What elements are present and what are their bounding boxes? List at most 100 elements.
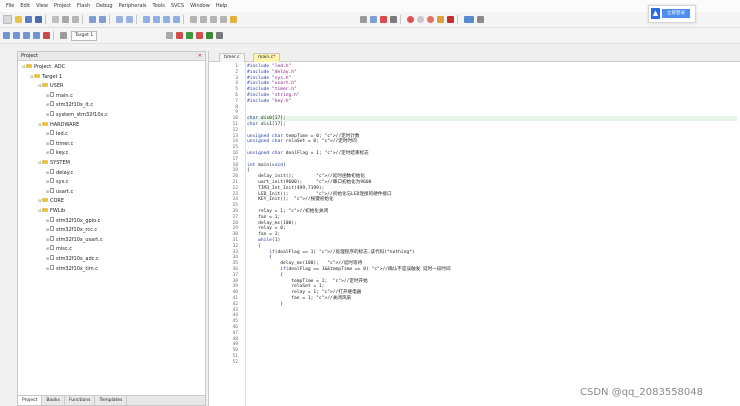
tree-file-item[interactable]: ⊞ stm32f10x_tim.c — [46, 264, 98, 272]
code-line[interactable]: tempTime = 1; "c">//定时开始 — [247, 279, 368, 284]
menu-window[interactable]: Window — [190, 3, 210, 9]
code-line[interactable]: { — [247, 255, 272, 260]
clear-bookmarks-icon[interactable] — [173, 16, 180, 23]
menu-debug[interactable]: Debug — [96, 3, 112, 9]
code-line[interactable]: char dis1[17]; — [247, 122, 286, 127]
code-line[interactable]: uart_init(9600); "c">//串口初始化为9600 — [247, 180, 371, 185]
comment-icon[interactable] — [210, 16, 217, 23]
code-line[interactable]: fan = 1; — [247, 215, 280, 220]
tree-folder-item[interactable]: ⊟ SYSTEM — [38, 159, 70, 166]
tree-folder-item[interactable]: ⊟ CORE — [38, 197, 64, 204]
tree-file-item[interactable]: ⊞ misc.c — [46, 245, 72, 252]
pack-installer-icon[interactable] — [216, 32, 224, 39]
menu-peripherals[interactable]: Peripherals — [119, 3, 147, 9]
tree-file-item[interactable]: ⊞ key.c — [46, 149, 68, 156]
manage-project-icon[interactable] — [176, 32, 184, 39]
code-line[interactable]: if(dealFlag == 1&&tempTime == 0) "c">//确… — [247, 267, 450, 272]
unindent-icon[interactable] — [200, 16, 207, 23]
code-line[interactable]: LED_Init(); "c">//初始化与LED连接的硬件接口 — [247, 192, 392, 197]
tree-file-item[interactable]: ⊞ main.c — [46, 91, 73, 99]
menu-project[interactable]: Project — [54, 3, 71, 9]
bookmark-icon[interactable] — [143, 16, 150, 23]
undo-icon[interactable] — [89, 16, 96, 23]
window-layout-icon[interactable] — [464, 16, 474, 23]
code-line[interactable]: delay_ms(100); — [247, 221, 297, 226]
menu-svcs[interactable]: SVCS — [171, 3, 184, 9]
cut-icon[interactable] — [52, 16, 59, 23]
code-line[interactable]: relay = 1; "c">//初始化关闭 — [247, 209, 328, 214]
disable-breakpoint-icon[interactable] — [417, 16, 424, 23]
tree-file-item[interactable]: ⊞ stm32f10x_rcc.c — [46, 226, 97, 233]
code-line[interactable]: #include "string.h" — [247, 93, 300, 98]
code-line[interactable]: int main(void) — [247, 163, 286, 168]
tab-functions[interactable]: Functions — [65, 396, 96, 405]
code-line[interactable]: delay_init(); "c">//延时函数初始化 — [247, 174, 365, 179]
menu-help[interactable]: Help — [216, 3, 227, 9]
tree-file-item[interactable]: ⊞ stm32f10x_gpio.c — [46, 216, 100, 224]
tree-folder-item[interactable]: ⊟ Project: ADC — [22, 63, 65, 70]
login-button[interactable]: 立即登录 — [662, 9, 690, 18]
breakpoint-icon[interactable] — [407, 16, 414, 23]
tree-file-item[interactable]: ⊞ sys.c — [46, 178, 69, 185]
code-line[interactable]: unsigned char tempTime = 0; "c">//定时计数 — [247, 134, 360, 139]
code-line[interactable]: char dis0[17]; — [247, 116, 286, 121]
find-icon[interactable] — [360, 16, 367, 23]
find-in-files-icon[interactable] — [230, 16, 237, 23]
tree-file-item[interactable]: ⊞ usart.c — [46, 187, 73, 195]
code-line[interactable]: { — [247, 244, 261, 249]
code-line[interactable]: } — [247, 302, 283, 307]
redo-icon[interactable] — [99, 16, 106, 23]
save-icon[interactable] — [25, 16, 32, 23]
code-line[interactable]: if(dealFlag == 1) "c">//处理程序的标志,该代码(*not… — [247, 250, 415, 255]
select-packs-icon[interactable] — [196, 32, 204, 39]
reset-icon[interactable] — [447, 16, 454, 23]
configure-icon[interactable] — [390, 16, 397, 23]
tree-file-item[interactable]: ⊞ stm32f10x_adc.c — [46, 255, 99, 262]
kill-breakpoints-icon[interactable] — [427, 16, 434, 23]
translate-icon[interactable] — [3, 32, 10, 39]
open-folder-icon[interactable] — [15, 16, 22, 23]
tree-file-item[interactable]: ⊞ stm32f10x_it.c — [46, 101, 93, 108]
code-line[interactable]: relay = 1; "c">//打开继电器 — [247, 290, 361, 295]
code-line[interactable]: #include "delay.h" — [247, 70, 297, 75]
debug-session-icon[interactable] — [380, 16, 387, 23]
tree-file-item[interactable]: ⊞ timer.c — [46, 139, 73, 147]
code-line[interactable]: relay = 0; — [247, 226, 286, 231]
tab-project[interactable]: Project — [18, 396, 43, 405]
code-line[interactable]: TIM3_Int_Init(499,7199); — [247, 186, 324, 191]
code-line[interactable]: #include "led.h" — [247, 64, 291, 69]
run-time-env-icon[interactable] — [206, 32, 214, 39]
menu-edit[interactable]: Edit — [20, 3, 30, 9]
tree-file-item[interactable]: ⊞ delay.c — [46, 168, 73, 176]
batch-build-icon[interactable] — [33, 32, 40, 39]
code-line[interactable]: #include "sys.h" — [247, 76, 291, 81]
tree-folder-item[interactable]: ⊟ USER — [38, 82, 63, 89]
code-line[interactable]: { — [247, 168, 250, 173]
tree-file-item[interactable]: ⊞ led.c — [46, 130, 68, 137]
next-bookmark-icon[interactable] — [163, 16, 170, 23]
tab-books[interactable]: Books — [42, 396, 65, 405]
code-line[interactable]: #include "usart.h" — [247, 81, 297, 86]
copy-icon[interactable] — [62, 16, 69, 23]
stop-icon[interactable] — [437, 16, 444, 23]
paste-icon[interactable] — [72, 16, 79, 23]
tools-icon[interactable] — [477, 16, 484, 23]
code-line[interactable]: fan = 1; — [247, 232, 280, 237]
code-line[interactable]: KEY_Init(); "c">//按键初始化 — [247, 197, 334, 202]
tree-folder-item[interactable]: ⊟ FWLib — [38, 207, 65, 214]
menu-tools[interactable]: Tools — [153, 3, 165, 9]
code-line[interactable]: fan = 1; "c">//关闭风扇 — [247, 296, 351, 301]
tab-templates[interactable]: Templates — [95, 396, 128, 405]
code-line[interactable]: #include "key.h" — [247, 99, 291, 104]
rebuild-icon[interactable] — [23, 32, 30, 39]
tree-folder-item[interactable]: ⊟ HARDWARE — [38, 121, 79, 128]
tree-folder-item[interactable]: ⊟ Target 1 — [30, 73, 62, 80]
load-icon[interactable] — [60, 32, 67, 39]
menu-flash[interactable]: Flash — [77, 3, 90, 9]
menu-file[interactable]: File — [6, 3, 14, 9]
menu-view[interactable]: View — [36, 3, 48, 9]
options-for-target-icon[interactable] — [166, 32, 174, 39]
uncomment-icon[interactable] — [220, 16, 227, 23]
code-line[interactable]: #include "timer.h" — [247, 87, 297, 92]
new-file-icon[interactable] — [3, 15, 12, 24]
